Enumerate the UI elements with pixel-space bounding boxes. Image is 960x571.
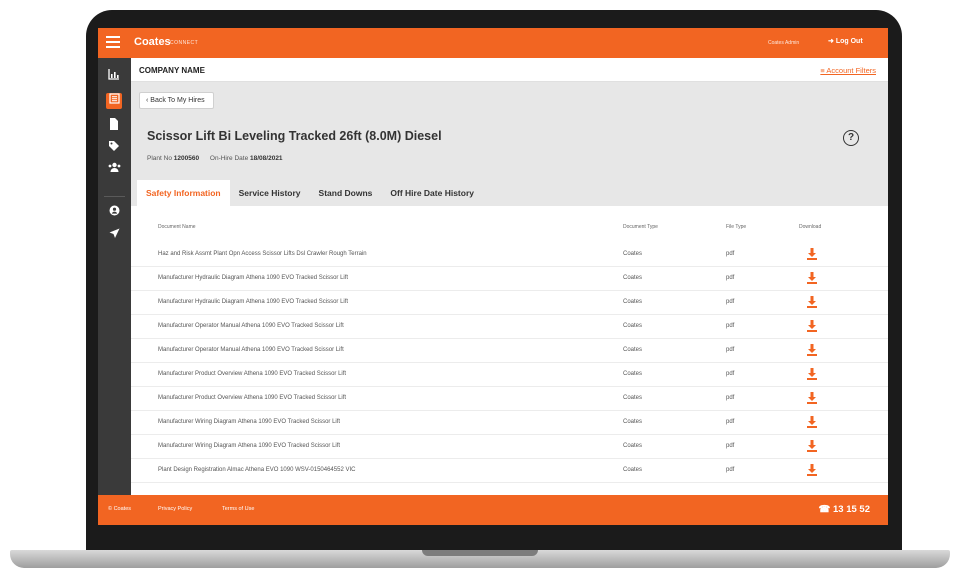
app-screen: Coates CONNECT Coates Admin ➜ Log Out CO… xyxy=(98,28,888,525)
plant-no-label: Plant No xyxy=(147,155,172,162)
file-type: pdf xyxy=(726,299,735,305)
header-file-type[interactable]: File Type xyxy=(726,224,746,230)
table-row: Manufacturer Product Overview Athena 109… xyxy=(131,363,888,387)
download-icon[interactable] xyxy=(807,344,817,356)
file-type: pdf xyxy=(726,395,735,401)
file-type: pdf xyxy=(726,347,735,353)
header-document-type[interactable]: Document Type xyxy=(623,224,658,230)
download-icon[interactable] xyxy=(807,368,817,380)
document-name: Manufacturer Wiring Diagram Athena 1090 … xyxy=(158,443,341,449)
table-row: Manufacturer Wiring Diagram Athena 1090 … xyxy=(131,435,888,459)
phone-number[interactable]: ☎ 13 15 52 xyxy=(819,504,870,515)
menu-icon[interactable] xyxy=(106,36,120,48)
table-row: Manufacturer Hydraulic Diagram Athena 10… xyxy=(131,291,888,315)
footer-privacy-link[interactable]: Privacy Policy xyxy=(158,506,192,512)
document-type: Coates xyxy=(623,299,643,305)
table-row: Manufacturer Operator Manual Athena 1090… xyxy=(131,315,888,339)
table-row: Manufacturer Operator Manual Athena 1090… xyxy=(131,339,888,363)
document-type: Coates xyxy=(623,323,643,329)
logout-button[interactable]: ➜ Log Out xyxy=(828,37,863,45)
sidebar-divider xyxy=(104,196,125,197)
tab-off-hire-date-history[interactable]: Off Hire Date History xyxy=(381,180,483,206)
download-icon[interactable] xyxy=(807,440,817,452)
download-icon[interactable] xyxy=(807,416,817,428)
brand-subtitle: CONNECT xyxy=(170,40,199,46)
document-name: Manufacturer Hydraulic Diagram Athena 10… xyxy=(158,275,349,281)
document-name: Manufacturer Product Overview Athena 109… xyxy=(158,371,347,377)
table-row: Manufacturer Wiring Diagram Athena 1090 … xyxy=(131,411,888,435)
user-name: Coates Admin xyxy=(768,40,800,46)
file-type: pdf xyxy=(726,419,735,425)
document-name: Plant Design Registration Almac Athena E… xyxy=(158,467,356,473)
document-name: Manufacturer Wiring Diagram Athena 1090 … xyxy=(158,419,341,425)
table-row: Manufacturer Product Overview Athena 109… xyxy=(131,387,888,411)
document-type: Coates xyxy=(623,371,643,377)
on-hire-label: On-Hire Date xyxy=(209,155,249,162)
back-label: Back To My Hires xyxy=(150,97,205,104)
asset-header: ‹ Back To My Hires Scissor Lift Bi Level… xyxy=(131,82,888,206)
top-bar: Coates CONNECT Coates Admin ➜ Log Out xyxy=(98,28,888,58)
download-icon[interactable] xyxy=(807,392,817,404)
file-type: pdf xyxy=(726,251,735,257)
document-name: Manufacturer Operator Manual Athena 1090… xyxy=(158,347,344,353)
sidebar xyxy=(98,58,131,495)
help-icon[interactable]: ? xyxy=(843,130,859,146)
back-button[interactable]: ‹ Back To My Hires xyxy=(139,92,214,109)
download-icon[interactable] xyxy=(807,296,817,308)
on-hire-value: 18/08/2021 xyxy=(250,155,283,162)
logout-label: Log Out xyxy=(835,38,863,45)
users-icon[interactable] xyxy=(106,162,122,178)
document-type: Coates xyxy=(623,419,643,425)
page-title: Scissor Lift Bi Leveling Tracked 26ft (8… xyxy=(147,129,442,143)
document-type: Coates xyxy=(623,275,643,281)
plant-details: Plant No 1200560 On-Hire Date 18/08/2021 xyxy=(147,155,283,162)
tab-stand-downs[interactable]: Stand Downs xyxy=(310,180,382,206)
document-type: Coates xyxy=(623,395,643,401)
header-document-name[interactable]: Document Name xyxy=(158,224,196,230)
laptop-notch xyxy=(422,550,538,556)
chevron-left-icon: ‹ xyxy=(146,97,149,104)
document-type: Coates xyxy=(623,347,643,353)
list-icon[interactable] xyxy=(106,93,122,109)
document-type: Coates xyxy=(623,251,643,257)
account-icon[interactable] xyxy=(106,205,122,221)
account-filters-link[interactable]: ≡ Account Filters xyxy=(820,66,876,75)
download-icon[interactable] xyxy=(807,272,817,284)
brand-logo[interactable]: Coates xyxy=(134,36,171,48)
table-row: Haz and Risk Assmt Plant Opn Access Scis… xyxy=(131,243,888,267)
download-icon[interactable] xyxy=(807,464,817,476)
tab-safety-information[interactable]: Safety Information xyxy=(137,180,230,206)
footer-copyright: © Coates xyxy=(108,506,132,512)
send-icon[interactable] xyxy=(106,228,122,244)
document-icon[interactable] xyxy=(106,118,122,134)
plant-no-value: 1200560 xyxy=(173,155,200,162)
document-name: Haz and Risk Assmt Plant Opn Access Scis… xyxy=(158,251,367,257)
documents-table: Document Name Document Type File Type Do… xyxy=(131,206,888,495)
table-row: Manufacturer Hydraulic Diagram Athena 10… xyxy=(131,267,888,291)
logout-icon: ➜ xyxy=(828,38,834,45)
tab-bar: Safety Information Service History Stand… xyxy=(137,180,483,206)
footer-terms-link[interactable]: Terms of Use xyxy=(222,506,254,512)
file-type: pdf xyxy=(726,443,735,449)
document-type: Coates xyxy=(623,443,643,449)
file-type: pdf xyxy=(726,371,735,377)
header-download: Download xyxy=(799,224,822,230)
file-type: pdf xyxy=(726,467,735,473)
document-name: Manufacturer Hydraulic Diagram Athena 10… xyxy=(158,299,349,305)
file-type: pdf xyxy=(726,275,735,281)
tab-service-history[interactable]: Service History xyxy=(230,180,310,206)
footer: © Coates Privacy Policy Terms of Use ☎ 1… xyxy=(98,495,888,525)
document-name: Manufacturer Product Overview Athena 109… xyxy=(158,395,347,401)
tag-icon[interactable] xyxy=(106,140,122,156)
company-bar: COMPANY NAME ≡ Account Filters xyxy=(131,58,888,82)
document-name: Manufacturer Operator Manual Athena 1090… xyxy=(158,323,344,329)
table-row: Plant Design Registration Almac Athena E… xyxy=(131,459,888,483)
document-type: Coates xyxy=(623,467,643,473)
download-icon[interactable] xyxy=(807,248,817,260)
chart-icon[interactable] xyxy=(106,68,122,84)
download-icon[interactable] xyxy=(807,320,817,332)
company-name: COMPANY NAME xyxy=(139,66,205,75)
file-type: pdf xyxy=(726,323,735,329)
